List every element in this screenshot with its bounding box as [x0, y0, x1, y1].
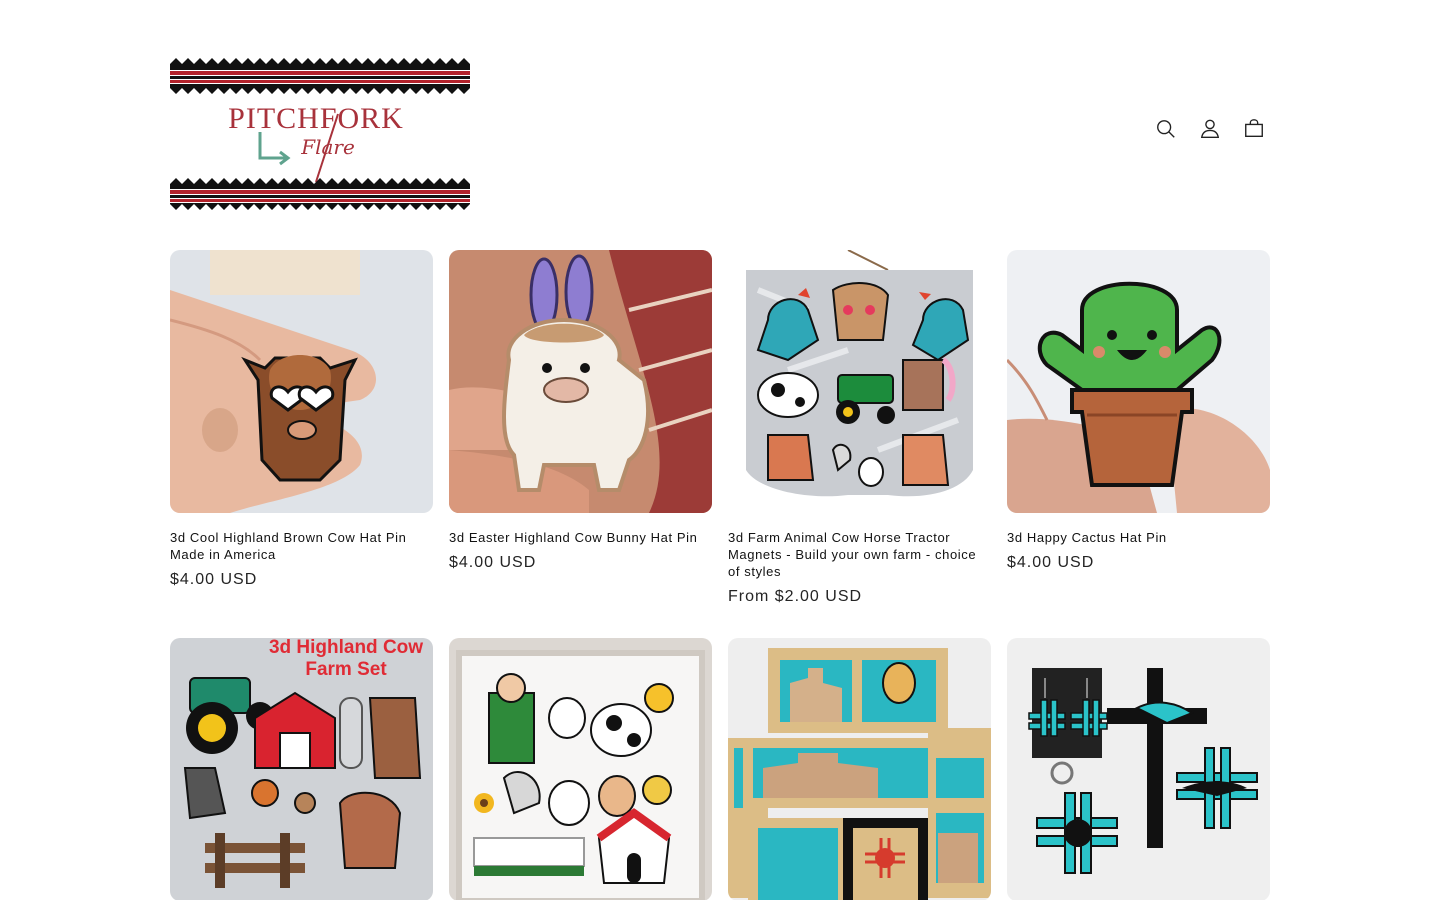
product-title[interactable]: 3d Farm Animal Cow Horse Tractor Magnets… — [728, 529, 991, 580]
product-card[interactable]: 3d Happy Cactus Hat Pin $4.00 USD — [1007, 250, 1270, 606]
product-card[interactable]: 3d Highland Cow Farm Set — [170, 638, 433, 900]
product-title[interactable]: 3d Cool Highland Brown Cow Hat Pin Made … — [170, 529, 433, 563]
product-title[interactable]: 3d Happy Cactus Hat Pin — [1007, 529, 1270, 546]
product-price: $4.00 USD — [1007, 554, 1095, 571]
product-image-easter-cow-pin[interactable] — [449, 250, 712, 513]
header-icons — [1150, 114, 1270, 144]
product-grid: 3d Cool Highland Brown Cow Hat Pin Made … — [170, 250, 1270, 900]
product-image-farm-set[interactable]: 3d Highland Cow Farm Set — [170, 638, 433, 900]
product-card[interactable] — [1007, 638, 1270, 900]
product-card[interactable]: 3d Easter Highland Cow Bunny Hat Pin $4.… — [449, 250, 712, 606]
search-button[interactable] — [1150, 114, 1182, 144]
farm-set-caption-line1: 3d Highland Cow — [269, 638, 423, 658]
product-price: $4.00 USD — [170, 571, 258, 588]
product-card[interactable] — [449, 638, 712, 900]
zia-roadrunner-image — [1007, 638, 1270, 900]
farm-magnets-image — [728, 250, 991, 513]
cart-button[interactable] — [1238, 114, 1270, 144]
site-header: PITCHFORK Flare — [170, 0, 1270, 240]
farm-box-image — [449, 638, 712, 900]
account-icon — [1200, 119, 1220, 138]
product-price: From $2.00 USD — [728, 588, 863, 605]
cactus-pin-image — [1007, 250, 1270, 513]
farm-set-caption-line2: Farm Set — [305, 659, 387, 680]
product-card[interactable] — [728, 638, 991, 900]
product-price: $4.00 USD — [449, 554, 537, 571]
cart-icon — [1245, 119, 1263, 138]
product-image-cactus-pin[interactable] — [1007, 250, 1270, 513]
adobe-shelves-image — [728, 638, 991, 900]
product-image-farm-box[interactable] — [449, 638, 712, 900]
account-button[interactable] — [1194, 114, 1226, 144]
brand-name-line1: PITCHFORK — [228, 102, 404, 135]
farm-set-image: 3d Highland Cow Farm Set — [170, 638, 433, 900]
easter-cow-pin-image — [449, 250, 712, 513]
pitchfork-flare-logo: PITCHFORK Flare — [170, 58, 470, 210]
search-icon — [1157, 120, 1175, 138]
product-image-zia-roadrunner[interactable] — [1007, 638, 1270, 900]
product-image-adobe-shelves[interactable] — [728, 638, 991, 900]
highland-cow-pin-image — [170, 250, 433, 513]
product-title[interactable]: 3d Easter Highland Cow Bunny Hat Pin — [449, 529, 712, 546]
product-card[interactable]: 3d Cool Highland Brown Cow Hat Pin Made … — [170, 250, 433, 606]
product-image-farm-magnets[interactable] — [728, 250, 991, 513]
product-card[interactable]: 3d Farm Animal Cow Horse Tractor Magnets… — [728, 250, 991, 606]
product-image-highland-cow-pin[interactable] — [170, 250, 433, 513]
